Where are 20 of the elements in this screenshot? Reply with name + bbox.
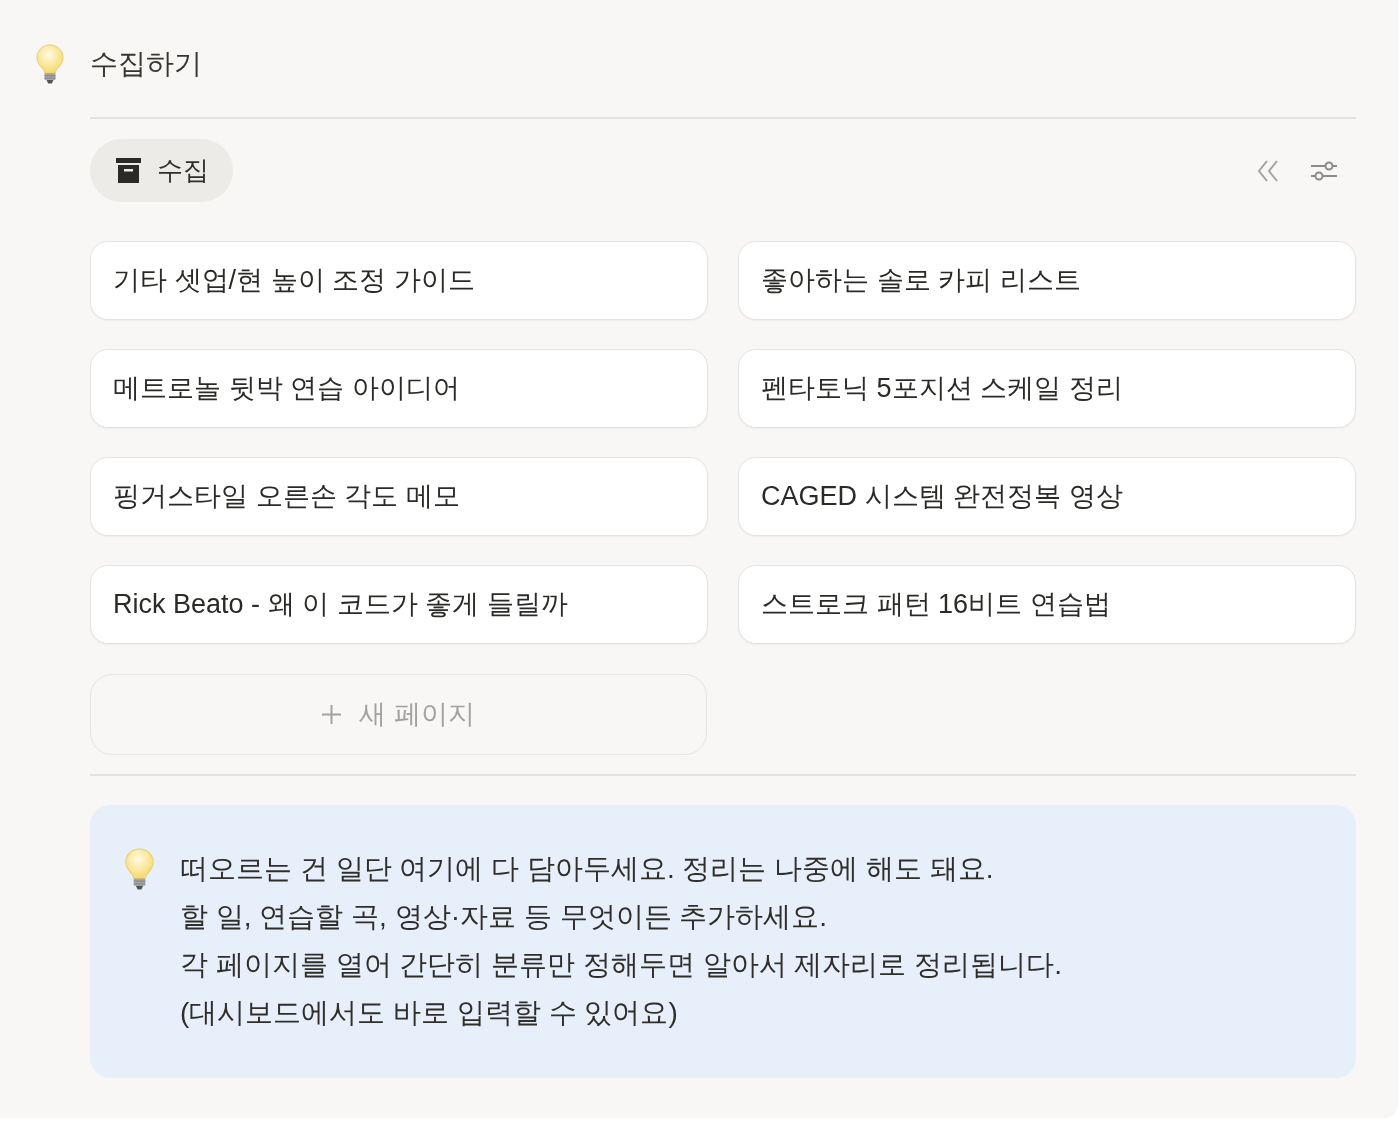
double-chevron-left-icon[interactable]: [1257, 159, 1279, 182]
archive-box-icon: [116, 158, 141, 183]
sliders-icon[interactable]: [1311, 159, 1337, 182]
page-card[interactable]: 스트로크 패턴 16비트 연습법: [738, 565, 1356, 644]
plus-icon: [322, 705, 342, 724]
page-card[interactable]: CAGED 시스템 완전정복 영상: [738, 457, 1356, 536]
lightbulb-icon: [36, 44, 64, 84]
page-title: 수집하기: [90, 47, 202, 81]
lightbulb-icon: [124, 848, 155, 890]
page-card[interactable]: 메트로놀 뒷박 연습 아이디어: [90, 349, 708, 428]
page-card[interactable]: 핑거스타일 오른손 각도 메모: [90, 457, 708, 536]
callout-text: (대시보드에서도 바로 입력할 수 있어요): [180, 996, 679, 1030]
callout-text: 각 페이지를 열어 간단히 분류만 정해두면 알아서 제자리로 정리됩니다.: [180, 948, 1062, 982]
page-card[interactable]: 기타 셋업/현 높이 조정 가이드: [90, 241, 708, 320]
callout-text: 할 일, 연습할 곡, 영상·자료 등 무엇이든 추가하세요.: [180, 900, 829, 934]
page-card[interactable]: Rick Beato - 왜 이 코드가 좋게 들릴까: [90, 565, 708, 644]
page-card[interactable]: 펜타토닉 5포지션 스케일 정리: [738, 349, 1356, 428]
page-card[interactable]: 좋아하는 솔로 카피 리스트: [738, 241, 1356, 320]
view-tab[interactable]: 수집: [90, 139, 233, 202]
callout-text: 떠오르는 건 일단 여기에 다 담아두세요. 정리는 나중에 해도 돼요.: [180, 852, 995, 886]
